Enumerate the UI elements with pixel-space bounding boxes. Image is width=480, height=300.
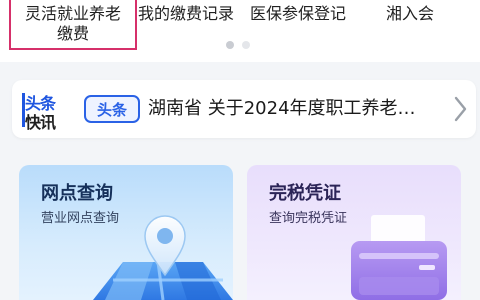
headline-tag-badge: 头条 <box>84 95 140 123</box>
headline-news-banner[interactable]: 头条 快讯 头条 湖南省 关于2024年度职工养老… <box>12 80 476 138</box>
page-indicator <box>226 41 250 49</box>
headline-text[interactable]: 湖南省 关于2024年度职工养老… <box>148 96 448 122</box>
chevron-right-icon[interactable] <box>450 95 470 123</box>
page-dot-1[interactable] <box>226 41 234 49</box>
page-dot-2[interactable] <box>242 41 250 49</box>
quick-services-row: 灵活就业养老 缴费 我的缴费记录 医保参保登记 湘入会 <box>0 0 480 62</box>
service-label-line2: 缴费 <box>56 24 89 43</box>
service-flexible-pension-payment[interactable]: 灵活就业养老 缴费 <box>9 0 137 50</box>
service-label-line1: 灵活就业养老 <box>24 4 121 23</box>
service-label: 我的缴费记录 <box>137 4 234 23</box>
map-pin-icon <box>93 215 233 300</box>
app-screen: 灵活就业养老 缴费 我的缴费记录 医保参保登记 湘入会 头条 快讯 头条 湖南省… <box>0 0 480 300</box>
printer-icon <box>351 215 447 300</box>
service-medical-insurance-registration[interactable]: 医保参保登记 <box>244 0 352 52</box>
card-title: 完税凭证 <box>269 183 341 204</box>
card-subtitle: 查询完税凭证 <box>269 211 348 226</box>
service-my-payment-records[interactable]: 我的缴费记录 <box>132 0 240 52</box>
tax-certificate-card[interactable]: 完税凭证 查询完税凭证 <box>247 165 461 300</box>
logo-text-bottom: 快讯 <box>25 113 56 132</box>
service-label: 湘入会 <box>385 4 434 23</box>
service-xiang-ru-hui[interactable]: 湘入会 <box>356 0 464 52</box>
headline-news-logo: 头条 快讯 <box>22 88 68 132</box>
outlet-query-card[interactable]: 网点查询 营业网点查询 <box>19 165 233 300</box>
service-label: 医保参保登记 <box>249 4 346 23</box>
